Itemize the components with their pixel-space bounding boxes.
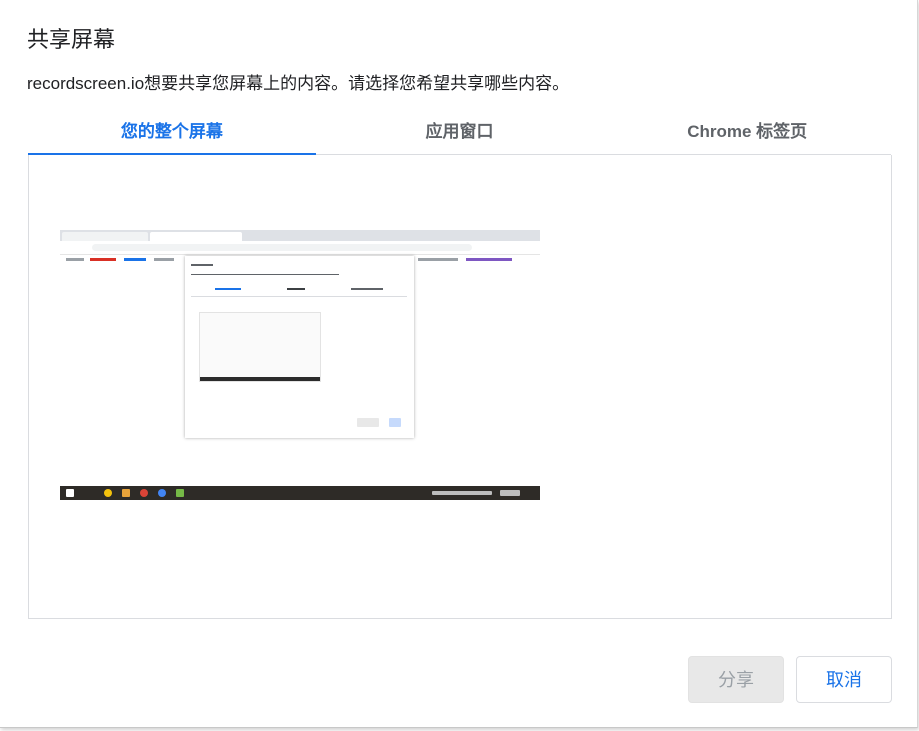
thumbnail-browser-tabbar: [60, 230, 540, 241]
source-tabs: 您的整个屏幕 应用窗口 Chrome 标签页: [28, 112, 891, 156]
thumbnail-app-icon: [176, 489, 184, 497]
thumbnail-taskbar: [60, 486, 540, 500]
tab-chrome-tab[interactable]: Chrome 标签页: [603, 112, 891, 154]
thumbnail-bookmark: [90, 258, 116, 261]
thumbnail-dialog-tab: [215, 288, 241, 290]
tab-application-window[interactable]: 应用窗口: [316, 112, 604, 154]
thumbnail-start-icon: [66, 489, 74, 497]
thumbnail-omnibox: [92, 244, 472, 251]
thumbnail-dialog-text: [191, 274, 339, 275]
thumbnail-tab: [62, 232, 148, 241]
thumbnail-dialog-title: [191, 264, 213, 266]
share-screen-dialog: 共享屏幕 recordscreen.io想要共享您屏幕上的内容。请选择您希望共享…: [0, 0, 918, 728]
thumbnail-nested-taskbar: [200, 377, 320, 381]
thumbnail-app-icon: [140, 489, 148, 497]
thumbnail-dialog-share: [357, 418, 379, 427]
thumbnail-bookmark: [66, 258, 84, 261]
screen-thumbnail[interactable]: [60, 230, 540, 500]
thumbnail-dialog-tab: [287, 288, 305, 290]
share-button[interactable]: 分享: [688, 656, 784, 703]
cancel-button[interactable]: 取消: [796, 656, 892, 703]
thumbnail-app-icon: [158, 489, 166, 497]
thumbnail-app-icon: [122, 489, 130, 497]
thumbnail-bookmark: [124, 258, 146, 261]
dialog-description: recordscreen.io想要共享您屏幕上的内容。请选择您希望共享哪些内容。: [27, 74, 570, 93]
thumbnail-nested-screen: [199, 312, 321, 382]
tab-panel: [28, 155, 892, 619]
tab-entire-screen[interactable]: 您的整个屏幕: [28, 112, 316, 156]
thumbnail-dialog-tabline: [191, 296, 407, 297]
thumbnail-clock: [500, 490, 520, 496]
thumbnail-bookmark: [418, 258, 458, 261]
thumbnail-bookmark: [466, 258, 512, 261]
thumbnail-address-bar: [60, 241, 540, 255]
thumbnail-app-icon: [104, 489, 112, 497]
thumbnail-dialog-cancel: [389, 418, 401, 427]
thumbnail-share-dialog: [185, 256, 414, 438]
dialog-title: 共享屏幕: [27, 27, 116, 52]
thumbnail-bookmark: [154, 258, 174, 261]
thumbnail-tab: [150, 232, 242, 241]
thumbnail-tray: [432, 491, 492, 495]
thumbnail-dialog-tab: [351, 288, 383, 290]
